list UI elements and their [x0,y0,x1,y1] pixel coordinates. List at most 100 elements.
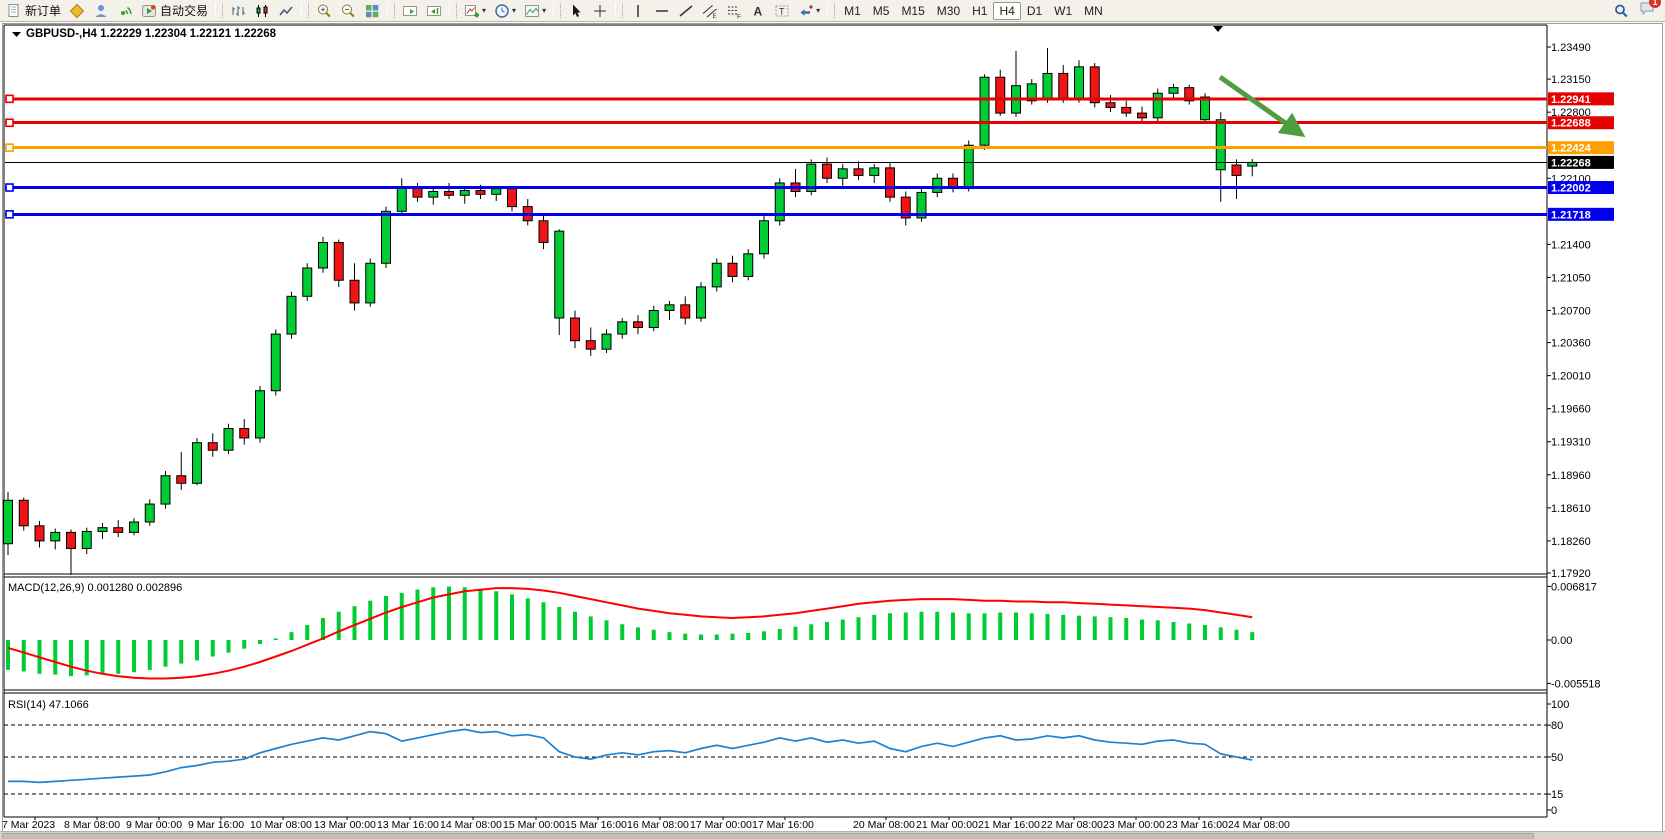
line-anchor-marker[interactable] [6,184,13,191]
indicators-button[interactable]: ▾ [460,0,490,22]
candle-body [728,263,737,276]
macd-histogram-bar [510,594,514,640]
candle [397,178,406,216]
templates-button[interactable]: ▾ [520,0,550,22]
macd-histogram-bar [731,634,735,640]
search-button[interactable] [1609,0,1633,22]
auto-scroll-button[interactable] [398,0,422,22]
terminal-button[interactable] [89,0,113,22]
candle-body [366,263,375,303]
candle-body [712,263,721,287]
rsi-tick-label: 100 [1551,699,1569,711]
candle-body [397,188,406,212]
line-anchor-marker[interactable] [6,144,13,151]
vertical-line-button[interactable] [626,0,650,22]
chevron-down-icon[interactable]: ▾ [542,6,546,15]
candle [870,164,879,183]
timeframe-button-m30[interactable]: M30 [931,2,966,20]
timeframe-button-w1[interactable]: W1 [1048,2,1078,20]
new-order-button[interactable]: 新订单 [2,0,65,22]
scrollbar-thumb[interactable] [2,833,1534,839]
candle-body [555,231,564,318]
rsi-tick-label: 0 [1551,805,1557,817]
arrows-button[interactable]: ▾ [794,0,824,22]
signals-button[interactable] [113,0,137,22]
macd-histogram-bar [132,640,136,672]
chevron-down-icon[interactable]: ▾ [512,6,516,15]
line-chart-button[interactable] [274,0,298,22]
candle [901,191,910,225]
timeframe-button-h4[interactable]: H4 [993,2,1020,20]
horizontal-line-button[interactable] [650,0,674,22]
candle [586,327,595,355]
chevron-down-icon[interactable]: ▾ [816,6,820,15]
chart-shift-marker[interactable] [1213,26,1223,32]
timeframe-button-m1[interactable]: M1 [838,2,867,20]
trendline-button[interactable] [674,0,698,22]
candle [697,282,706,322]
candle-body [886,168,895,197]
fibonacci-button[interactable]: F [722,0,746,22]
macd-histogram-bar [557,607,561,640]
candle [240,419,249,444]
zoom-out-button[interactable] [336,0,360,22]
crosshair-icon [592,3,608,19]
chart-canvas[interactable]: 1.234901.231501.228001.221001.214001.210… [0,22,1665,831]
candle-body [933,178,942,192]
candle-body [838,169,847,178]
candle [665,301,674,320]
bar-chart-button[interactable] [226,0,250,22]
text-label-button[interactable]: T [770,0,794,22]
candle-body [460,191,469,196]
tile-windows-button[interactable] [360,0,384,22]
macd-histogram-bar [983,613,987,640]
timeframe-button-m15[interactable]: M15 [895,2,930,20]
chart-collapse-toggle[interactable] [12,32,21,37]
candle [19,497,28,530]
toolbar-separator [553,3,561,18]
time-tick-label: 21 Mar 00:00 [916,819,978,831]
candle [460,188,469,204]
timeframe-button-h1[interactable]: H1 [966,2,993,20]
chevron-down-icon[interactable]: ▾ [482,6,486,15]
timeframe-button-mn[interactable]: MN [1078,2,1109,20]
macd-histogram-bar [762,631,766,640]
macd-histogram-bar [888,613,892,640]
horizontal-scrollbar[interactable] [0,831,1665,839]
macd-histogram-bar [148,640,152,670]
timeframe-button-m5[interactable]: M5 [867,2,896,20]
candle-body [413,188,422,197]
candle-body [256,391,265,438]
cursor-button[interactable] [564,0,588,22]
macd-histogram-bar [53,640,57,675]
time-axis[interactable]: 7 Mar 20238 Mar 08:009 Mar 00:009 Mar 16… [2,817,1290,831]
text-button[interactable]: A [746,0,770,22]
line-anchor-marker[interactable] [6,95,13,102]
line-anchor-marker[interactable] [6,119,13,126]
autotrading-button[interactable]: 自动交易 [137,0,212,22]
candle [161,471,170,509]
chart-container: 1.234901.231501.228001.221001.214001.210… [0,22,1665,831]
macd-histogram-bar [494,591,498,640]
macd-histogram-bar [951,612,955,640]
chart-shift-button[interactable] [422,0,446,22]
metaquotes-button[interactable] [65,0,89,22]
macd-histogram-bar [1030,613,1034,640]
periods-button[interactable]: ▾ [490,0,520,22]
candle-body [744,254,753,277]
macd-histogram-bar [1093,616,1097,640]
timeframe-button-d1[interactable]: D1 [1021,2,1048,20]
line-anchor-marker[interactable] [6,211,13,218]
notification-button[interactable]: 1 [1639,0,1655,21]
metaquotes-icon [69,3,85,19]
candlestick-chart-button[interactable] [250,0,274,22]
zoom-in-button[interactable] [312,0,336,22]
crosshair-button[interactable] [588,0,612,22]
candle [555,229,564,335]
equidistant-channel-button[interactable]: E [698,0,722,22]
toolbar-right-group: 1 [1609,0,1663,22]
macd-histogram-bar [636,627,640,640]
svg-text:F: F [737,13,741,19]
price-tick-label: 1.19310 [1551,437,1591,449]
candle [208,433,217,457]
